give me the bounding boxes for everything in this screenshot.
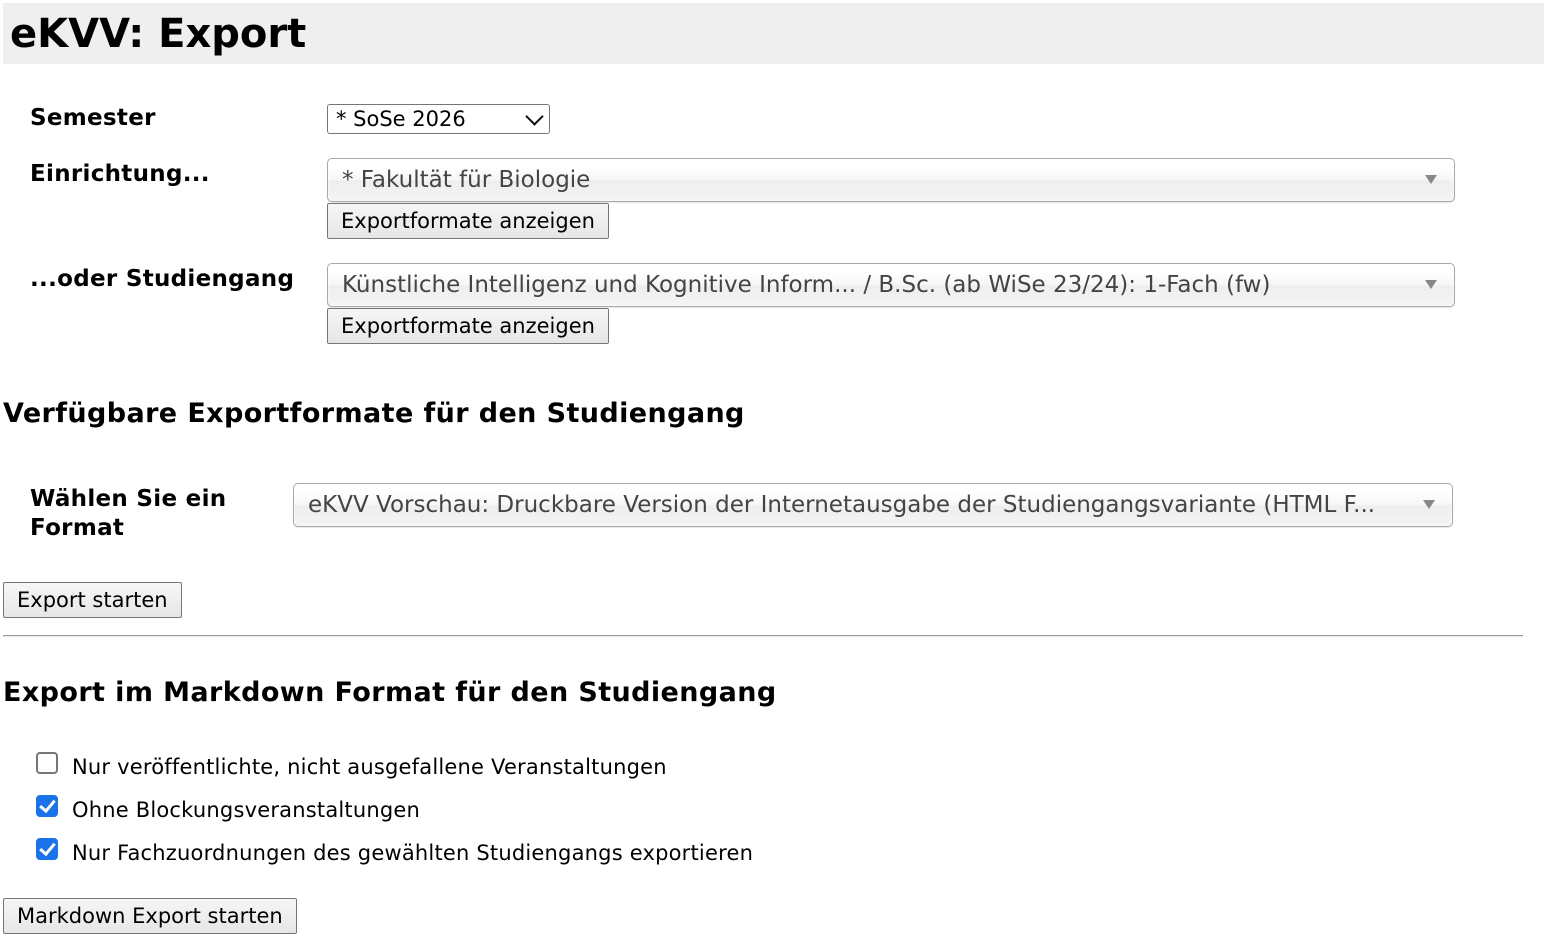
checkmark-icon	[39, 795, 56, 814]
no-block-events-checkbox[interactable]	[36, 795, 58, 817]
formats-heading: Verfügbare Exportformate für den Studien…	[3, 398, 745, 429]
einrichtung-select-value: * Fakultät für Biologie	[342, 167, 591, 193]
section-divider	[3, 635, 1523, 637]
format-select-value: eKVV Vorschau: Druckbare Version der Int…	[308, 492, 1376, 518]
format-label: Wählen Sie ein Format	[30, 485, 226, 543]
einrichtung-label: Einrichtung...	[30, 161, 210, 187]
page-title: eKVV: Export	[10, 11, 307, 57]
studiengang-show-formats-button[interactable]: Exportformate anzeigen	[327, 308, 609, 344]
studiengang-select-value: Künstliche Intelligenz und Kognitive Inf…	[342, 272, 1271, 298]
dropdown-arrow-icon	[1425, 280, 1437, 289]
format-label-line2: Format	[30, 515, 125, 541]
only-subject-assignments-checkbox[interactable]	[36, 838, 58, 860]
export-start-button[interactable]: Export starten	[3, 582, 182, 618]
studiengang-select[interactable]: Künstliche Intelligenz und Kognitive Inf…	[327, 263, 1455, 307]
published-only-checkbox[interactable]	[36, 752, 58, 774]
dropdown-arrow-icon	[1425, 175, 1437, 184]
dropdown-arrow-icon	[1423, 500, 1435, 509]
einrichtung-select[interactable]: * Fakultät für Biologie	[327, 158, 1455, 202]
no-block-events-label: Ohne Blockungsveranstaltungen	[72, 798, 421, 822]
semester-select-value: * SoSe 2026	[336, 107, 466, 131]
format-select[interactable]: eKVV Vorschau: Druckbare Version der Int…	[293, 483, 1453, 527]
einrichtung-show-formats-button[interactable]: Exportformate anzeigen	[327, 203, 609, 239]
semester-label: Semester	[30, 105, 156, 131]
semester-select[interactable]: * SoSe 2026	[327, 104, 550, 134]
checkmark-icon	[39, 838, 56, 857]
chevron-down-icon	[525, 107, 544, 126]
published-only-label: Nur veröffentlichte, nicht ausgefallene …	[72, 755, 667, 779]
markdown-export-start-button[interactable]: Markdown Export starten	[3, 898, 297, 934]
format-label-line1: Wählen Sie ein	[30, 486, 227, 512]
markdown-heading: Export im Markdown Format für den Studie…	[3, 677, 777, 708]
only-subject-assignments-label: Nur Fachzuordnungen des gewählten Studie…	[72, 841, 754, 865]
studiengang-label: ...oder Studiengang	[30, 266, 295, 292]
